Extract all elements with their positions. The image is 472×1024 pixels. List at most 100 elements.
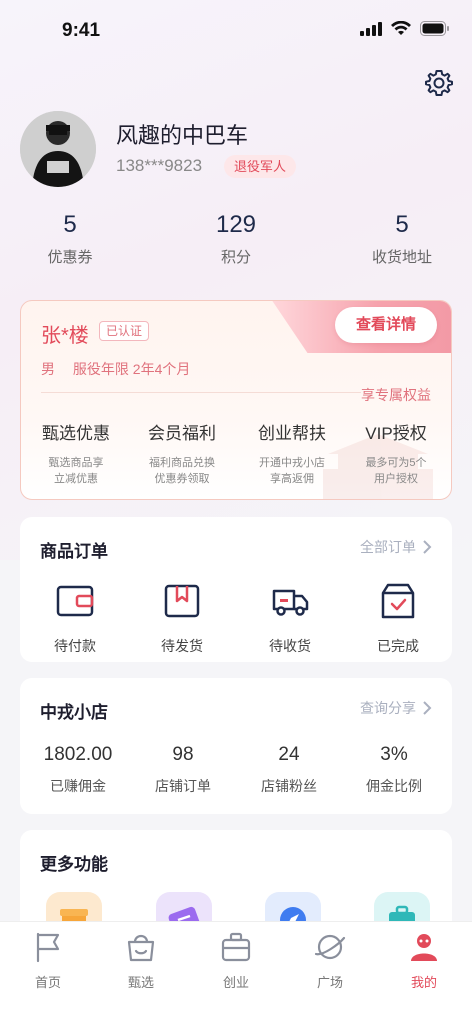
truck-icon: [272, 589, 309, 616]
view-details-button[interactable]: 查看详情: [335, 307, 437, 343]
user-name: 风趣的中巴车: [116, 123, 249, 148]
tab-plaza[interactable]: 广场: [290, 930, 370, 991]
veteran-service-years: 服役年限 2年4个月: [72, 361, 191, 377]
shop-stat-label: 佣金比例: [366, 778, 422, 794]
exclusive-benefits-label: 享专属权益: [361, 387, 431, 403]
benefit-desc: 甄选商品享 立减优惠: [21, 455, 131, 487]
order-pending-payment[interactable]: 待付款: [25, 581, 125, 656]
shop-stat-value: 1802.00: [43, 744, 113, 765]
veteran-badge: 退役军人: [224, 155, 297, 178]
veteran-gender: 男: [41, 361, 55, 377]
shop-title: 中戎小店: [40, 703, 108, 722]
stat-coupons[interactable]: 5 优惠券: [10, 210, 130, 267]
benefit-startup-support[interactable]: 创业帮扶 开通中戎小店 享高返佣: [237, 419, 347, 487]
query-share-link[interactable]: 查询分享: [360, 698, 432, 718]
order-completed[interactable]: 已完成: [348, 581, 448, 656]
tab-label: 创业: [222, 975, 249, 990]
signal-icon: [360, 21, 382, 36]
benefit-title: VIP授权: [365, 424, 427, 443]
shop-stat-value: 24: [278, 744, 300, 765]
tab-selection[interactable]: 甄选: [101, 930, 181, 991]
veteran-card: 张*楼 已认证 查看详情 男 服役年限 2年4个月 享专属权益 甄选优惠 甄选商…: [20, 300, 452, 500]
shop-stat-value: 3%: [380, 744, 408, 765]
order-pending-receipt[interactable]: 待收货: [240, 581, 340, 656]
stat-points[interactable]: 129 积分: [176, 210, 296, 267]
tab-mine[interactable]: 我的: [384, 930, 464, 991]
more-functions-title: 更多功能: [40, 855, 108, 874]
benefit-desc: 最多可为5个 用户授权: [341, 455, 451, 487]
stat-label: 优惠券: [47, 249, 93, 266]
package-icon: [164, 584, 200, 618]
benefit-title: 会员福利: [148, 424, 216, 443]
wallet-icon: [56, 585, 94, 617]
veteran-meta: 男 服役年限 2年4个月: [41, 359, 204, 379]
tab-bar: 首页 甄选 创业 广场 我的: [0, 921, 472, 1024]
user-phone: 138***9823: [116, 156, 203, 175]
shop-stat-label: 已赚佣金: [50, 778, 106, 794]
tab-label: 我的: [410, 975, 437, 990]
query-share-label: 查询分享: [360, 700, 416, 716]
shop-card: 中戎小店 查询分享 1802.00 已赚佣金 98 店铺订单 24 店铺粉丝 3…: [20, 678, 452, 814]
tab-label: 广场: [316, 975, 343, 990]
gear-icon[interactable]: [424, 68, 454, 98]
stat-addresses[interactable]: 5 收货地址: [342, 210, 462, 267]
user-icon: [411, 934, 437, 961]
all-orders-link[interactable]: 全部订单: [360, 537, 432, 557]
benefit-desc: 开通中戎小店 享高返佣: [237, 455, 347, 487]
battery-icon: [420, 21, 449, 36]
stat-label: 积分: [220, 249, 251, 266]
all-orders-label: 全部订单: [360, 539, 416, 555]
tab-startup[interactable]: 创业: [196, 930, 276, 991]
planet-icon: [314, 934, 346, 960]
avatar-image: [20, 111, 96, 187]
box-check-icon: [381, 583, 415, 619]
benefit-desc-line: 立减优惠: [54, 473, 98, 485]
status-icons: [360, 21, 450, 36]
shop-stat-fans[interactable]: 24 店铺粉丝: [234, 744, 344, 796]
verified-badge: 已认证: [99, 321, 150, 341]
order-label: 已完成: [377, 638, 419, 654]
order-label: 待发货: [161, 638, 203, 654]
tab-label: 首页: [34, 975, 61, 990]
benefit-title: 创业帮扶: [258, 424, 326, 443]
status-bar: 9:41: [0, 0, 472, 60]
shop-stat-value: 98: [172, 744, 194, 765]
benefit-desc-line: 福利商品兑换: [149, 457, 215, 469]
stat-label: 收货地址: [371, 249, 432, 266]
status-time: 9:41: [62, 20, 101, 41]
orders-title: 商品订单: [40, 542, 108, 561]
benefit-member-welfare[interactable]: 会员福利 福利商品兑换 优惠券领取: [127, 419, 237, 487]
shop-stat-label: 店铺粉丝: [261, 778, 317, 794]
benefit-desc-line: 甄选商品享: [48, 457, 104, 469]
benefit-selected-discount[interactable]: 甄选优惠 甄选商品享 立减优惠: [21, 419, 131, 487]
chevron-right-icon: [423, 540, 432, 554]
benefit-desc-line: 开通中戎小店: [259, 457, 325, 469]
tab-home[interactable]: 首页: [8, 930, 88, 991]
shop-stat-orders[interactable]: 98 店铺订单: [128, 744, 238, 796]
benefit-desc-line: 优惠券领取: [154, 473, 210, 485]
stat-value: 5: [63, 211, 77, 238]
shop-stat-commission-rate[interactable]: 3% 佣金比例: [339, 744, 449, 796]
shop-stat-label: 店铺订单: [155, 778, 211, 794]
order-pending-shipment[interactable]: 待发货: [132, 581, 232, 656]
benefit-vip-authorization[interactable]: VIP授权 最多可为5个 用户授权: [341, 419, 451, 487]
stat-value: 129: [215, 211, 257, 238]
benefit-desc-line: 用户授权: [374, 473, 418, 485]
avatar[interactable]: [20, 111, 96, 187]
flag-icon: [36, 932, 60, 963]
benefit-desc-line: 最多可为5个: [365, 457, 427, 469]
benefit-desc-line: 享高返佣: [270, 473, 314, 485]
benefit-desc: 福利商品兑换 优惠券领取: [127, 455, 237, 487]
basket-icon: [127, 934, 155, 962]
wifi-icon: [391, 21, 411, 35]
veteran-name: 张*楼: [41, 325, 89, 347]
divider: [41, 392, 361, 393]
tab-label: 甄选: [127, 975, 154, 990]
orders-card: 商品订单 全部订单 待付款 待发货 待收货 已完成: [20, 517, 452, 662]
chevron-right-icon: [423, 701, 432, 715]
order-label: 待付款: [54, 638, 96, 654]
briefcase-icon: [221, 932, 251, 962]
shop-stat-commission-earned[interactable]: 1802.00 已赚佣金: [23, 744, 133, 796]
order-label: 待收货: [269, 638, 311, 654]
benefit-title: 甄选优惠: [42, 424, 110, 443]
